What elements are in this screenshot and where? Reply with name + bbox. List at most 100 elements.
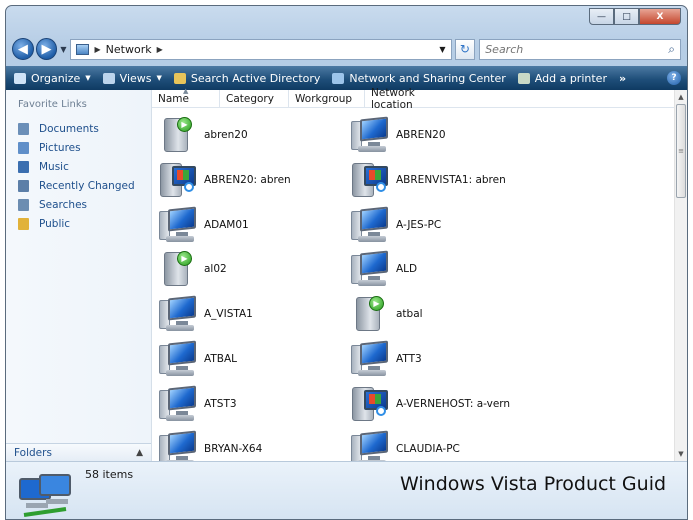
window-controls: — □ X bbox=[589, 8, 681, 25]
column-header-name[interactable]: ▲ Name bbox=[152, 87, 220, 107]
search-active-directory-button[interactable]: Search Active Directory bbox=[173, 72, 320, 85]
favorite-link-documents[interactable]: Documents bbox=[6, 119, 151, 138]
network-item-label: A-VERNEHOST: a-vern bbox=[396, 397, 511, 410]
minimize-button[interactable]: — bbox=[589, 8, 614, 25]
computer-icon bbox=[158, 385, 198, 423]
computer-icon bbox=[158, 206, 198, 244]
network-item-label: ABRENVISTA1: abren bbox=[396, 173, 506, 186]
network-item[interactable]: ATT3 bbox=[350, 337, 422, 381]
help-icon[interactable]: ? bbox=[667, 71, 681, 85]
chevron-down-icon: ▼ bbox=[156, 74, 162, 82]
folders-toggle[interactable]: Folders ▲ bbox=[6, 443, 151, 461]
network-computers-icon bbox=[19, 474, 71, 517]
network-item[interactable]: CLAUDIA-PC bbox=[350, 427, 460, 461]
favorite-link-label: Music bbox=[39, 160, 69, 173]
network-item[interactable]: A-VERNEHOST: a-vern bbox=[350, 382, 510, 426]
network-item[interactable]: ▶ abren20 bbox=[158, 113, 248, 157]
address-row: ◀ ▶ ▼ ▶ Network ▶ ▼ ↻ ⌕ bbox=[12, 36, 681, 62]
media-device-icon: ▶ bbox=[158, 250, 198, 288]
printer-icon bbox=[517, 72, 530, 84]
recent-pages-dropdown-icon[interactable]: ▼ bbox=[60, 45, 66, 54]
network-item-label: al02 bbox=[204, 263, 227, 276]
views-icon bbox=[102, 72, 115, 84]
favorite-link-label: Searches bbox=[39, 198, 88, 211]
command-bar: Organize ▼ Views ▼ Search Active Directo… bbox=[6, 66, 687, 90]
network-item[interactable]: ▶ atbal bbox=[350, 292, 423, 336]
media-center-icon bbox=[350, 385, 390, 423]
column-header-category[interactable]: Category bbox=[220, 90, 289, 107]
network-item[interactable]: ▶ al02 bbox=[158, 247, 227, 291]
watermark-text: Windows Vista Product Guid bbox=[400, 473, 667, 495]
refresh-icon: ↻ bbox=[459, 42, 470, 56]
network-item[interactable]: ADAM01 bbox=[158, 203, 249, 247]
close-button[interactable]: X bbox=[639, 8, 681, 25]
network-item[interactable]: ABREN20: abren bbox=[158, 158, 291, 202]
vertical-scrollbar[interactable]: ▲ ≡ ▼ bbox=[674, 90, 687, 461]
favorite-link-music[interactable]: Music bbox=[6, 157, 151, 176]
address-bar[interactable]: ▶ Network ▶ ▼ bbox=[69, 38, 452, 60]
network-item[interactable]: ALD bbox=[350, 247, 417, 291]
network-item[interactable]: BRYAN-X64 bbox=[158, 427, 262, 461]
column-header-workgroup[interactable]: Workgroup bbox=[289, 90, 365, 107]
network-item[interactable]: A-JES-PC bbox=[350, 203, 441, 247]
main-area: Favorite Links Documents Pictures Music Rec… bbox=[6, 87, 687, 461]
address-dropdown-icon[interactable]: ▼ bbox=[439, 45, 445, 54]
network-item-label: ADAM01 bbox=[204, 218, 249, 231]
scroll-up-icon[interactable]: ▲ bbox=[675, 90, 687, 104]
add-printer-button[interactable]: Add a printer bbox=[517, 72, 607, 85]
network-item[interactable]: ABRENVISTA1: abren bbox=[350, 158, 506, 202]
public-icon bbox=[18, 217, 29, 230]
computer-icon bbox=[350, 206, 390, 244]
network-item-label: ABREN20: abren bbox=[204, 173, 291, 186]
network-item[interactable]: ABREN20 bbox=[350, 113, 446, 157]
breadcrumb-network[interactable]: Network bbox=[106, 43, 152, 56]
sort-ascending-icon: ▲ bbox=[183, 87, 189, 95]
network-item-label: ATST3 bbox=[204, 397, 237, 410]
search-icon[interactable]: ⌕ bbox=[668, 42, 675, 57]
network-sharing-icon bbox=[332, 72, 345, 84]
network-icon bbox=[75, 43, 89, 55]
favorite-link-pictures[interactable]: Pictures bbox=[6, 138, 151, 157]
back-button[interactable]: ◀ bbox=[12, 38, 34, 60]
media-device-icon: ▶ bbox=[350, 295, 390, 333]
scrollbar-thumb[interactable]: ≡ bbox=[676, 104, 686, 198]
computer-icon bbox=[350, 116, 390, 154]
organize-icon bbox=[14, 72, 26, 84]
navigation-pane: Favorite Links Documents Pictures Music Rec… bbox=[6, 90, 152, 461]
explorer-window: — □ X ◀ ▶ ▼ ▶ Network ▶ ▼ ↻ ⌕ Organize ▼… bbox=[5, 5, 688, 520]
network-item-label: ATBAL bbox=[204, 353, 238, 365]
favorite-link-public[interactable]: Public bbox=[6, 214, 151, 233]
search-box[interactable]: ⌕ bbox=[479, 38, 681, 60]
search-input[interactable] bbox=[485, 42, 669, 56]
organize-button[interactable]: Organize ▼ bbox=[14, 72, 91, 85]
breadcrumb-separator-icon[interactable]: ▶ bbox=[95, 45, 101, 54]
breadcrumb-separator-icon[interactable]: ▶ bbox=[157, 45, 163, 54]
favorite-link-label: Documents bbox=[39, 122, 99, 135]
network-items-grid: ▶ abren20 ABREN20 ABREN20: abren ABRENVISTA1… bbox=[152, 109, 674, 461]
favorite-link-label: Pictures bbox=[39, 141, 81, 154]
scroll-down-icon[interactable]: ▼ bbox=[675, 447, 687, 461]
network-item-label: atbal bbox=[396, 308, 423, 321]
network-item[interactable]: A_VISTA1 bbox=[158, 292, 253, 336]
computer-icon bbox=[350, 250, 390, 288]
computer-icon bbox=[350, 430, 390, 461]
favorite-link-recently-changed[interactable]: Recently Changed bbox=[6, 176, 151, 195]
recently-changed-icon bbox=[18, 179, 29, 192]
forward-button[interactable]: ▶ bbox=[35, 38, 58, 60]
chevron-down-icon: ▼ bbox=[85, 74, 91, 82]
computer-icon bbox=[158, 430, 198, 461]
refresh-button[interactable]: ↻ bbox=[454, 38, 476, 60]
more-commands-button[interactable]: » bbox=[619, 72, 626, 85]
views-button[interactable]: Views ▼ bbox=[102, 72, 162, 85]
computer-icon bbox=[158, 295, 198, 333]
column-header-network-location[interactable]: Network location bbox=[365, 87, 459, 111]
network-item-label: ATT3 bbox=[396, 353, 422, 365]
network-item[interactable]: ATST3 bbox=[158, 382, 237, 426]
media-device-icon: ▶ bbox=[158, 116, 198, 154]
favorite-link-searches[interactable]: Searches bbox=[6, 195, 151, 214]
maximize-button[interactable]: □ bbox=[614, 8, 639, 25]
favorite-links-list: Documents Pictures Music Recently Changed Se… bbox=[6, 119, 151, 233]
network-item[interactable]: ATBAL bbox=[158, 337, 237, 381]
media-center-icon bbox=[350, 161, 390, 199]
network-sharing-center-button[interactable]: Network and Sharing Center bbox=[332, 72, 506, 85]
